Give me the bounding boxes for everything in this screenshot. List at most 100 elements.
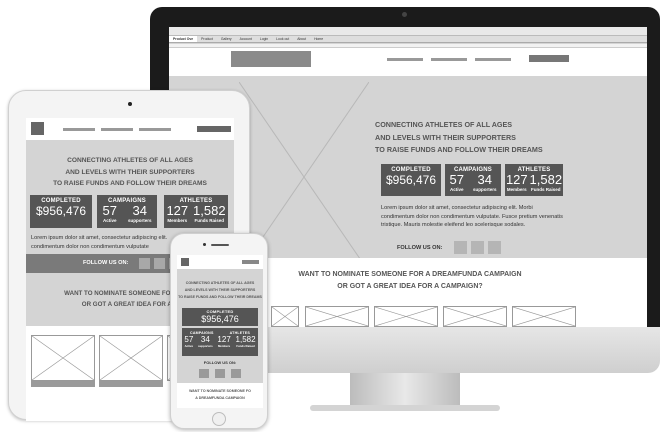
tab-item[interactable]: Account <box>236 36 256 42</box>
campaign-card-placeholder[interactable] <box>99 335 163 381</box>
stat-sublabel: supporters <box>127 218 152 223</box>
stat-sublabel: Members <box>167 218 188 223</box>
stat-sublabel: Active <box>449 187 464 192</box>
campaign-card-placeholder[interactable] <box>374 306 438 327</box>
headline-line: TO RAISE FUNDS AND FOLLOW THEIR DREAMS <box>375 145 543 154</box>
headline-line: CONNECTING ATHLETES OF ALL AGES <box>67 157 193 164</box>
stat-value: $956,476 <box>201 314 239 324</box>
athletes-stat: ATHLETES 127 Members 1,582 Funds Raised <box>164 195 228 228</box>
card-footer-bar <box>99 381 163 387</box>
tablet-camera <box>128 102 132 106</box>
tab-item[interactable]: Product <box>197 36 217 42</box>
stat-value: $956,476 <box>35 204 87 218</box>
desktop-headline: CONNECTING ATHLETES OF ALL AGES AND LEVE… <box>375 119 575 157</box>
tablet-headline: CONNECTING ATHLETES OF ALL AGES AND LEVE… <box>26 155 234 190</box>
stat-sublabel: Active <box>184 344 194 348</box>
completed-stat: COMPLETED $956,476 <box>182 308 258 326</box>
stat-value: $956,476 <box>385 173 437 187</box>
monitor-stand-base <box>310 405 500 411</box>
completed-stat: COMPLETED $956,476 <box>381 164 441 196</box>
stat-value: 1,582 <box>529 172 563 187</box>
social-icon[interactable] <box>154 258 165 269</box>
stat-sublabel: Funds Raised <box>194 218 225 223</box>
phone-logo <box>181 258 189 266</box>
social-icon[interactable] <box>231 369 241 378</box>
campaigns-stat: CAMPAIGNS 57 Active 34 supporters <box>97 195 157 228</box>
desktop-nominate-text: WANT TO NOMINATE SOMEONE FOR A DREAMFUND… <box>265 269 555 293</box>
campaign-card-placeholder[interactable] <box>31 335 95 381</box>
nav-link-placeholder[interactable] <box>63 128 95 131</box>
monitor-stand <box>350 373 460 409</box>
stat-value: 1,582 <box>235 335 256 344</box>
campaign-card-placeholder[interactable] <box>271 306 299 327</box>
headline-line: CONNECTING ATHLETES OF ALL AGES <box>185 281 255 285</box>
stat-sublabel: supporters <box>472 187 497 192</box>
phone-screen: CONNECTING ATHLETES OF ALL AGES AND LEVE… <box>177 255 263 408</box>
nominate-line: WANT TO NOMINATE SOMEONE FOR A DREAMFUND… <box>298 271 522 278</box>
social-icon[interactable] <box>139 258 150 269</box>
tab-product-overview[interactable]: Product Ove <box>169 36 198 42</box>
stat-value: 57 <box>449 172 464 187</box>
follow-label: FOLLOW US ON: <box>83 260 129 266</box>
stat-value: 127 <box>505 172 528 187</box>
stat-sublabel: Members <box>217 344 231 348</box>
social-icon[interactable] <box>215 369 225 378</box>
phone-menu-button[interactable] <box>242 260 259 264</box>
phone-speaker <box>211 244 229 246</box>
campaigns-athletes-stat: CAMPAIGNS ATHLETES 57 Active 34 supporters… <box>182 328 258 356</box>
campaign-card-placeholder[interactable] <box>512 306 576 327</box>
headline-line: AND LEVELS WITH THEIR SUPPORTERS <box>375 132 516 142</box>
campaign-card-placeholder[interactable] <box>305 306 369 327</box>
stat-sublabel: Active <box>102 218 117 223</box>
completed-stat: COMPLETED $956,476 <box>30 195 92 228</box>
stat-value: 127 <box>166 203 189 218</box>
campaigns-stat: CAMPAIGNS 57 Active 34 supporters <box>445 164 501 196</box>
social-icon[interactable] <box>471 241 484 254</box>
card-footer-bar <box>31 381 95 387</box>
headline-line: AND LEVELS WITH THEIR SUPPORTERS <box>65 168 195 176</box>
athletes-stat: ATHLETES 127 Members 1,582 Funds Raised <box>505 164 563 196</box>
tab-item[interactable]: Gallery <box>217 36 236 42</box>
stat-value: 57 <box>184 335 194 344</box>
stat-value: 34 <box>477 172 492 187</box>
campaign-card-placeholder[interactable] <box>443 306 507 327</box>
tab-item[interactable]: About <box>293 36 310 42</box>
camera-dot <box>402 12 407 17</box>
editor-toolbar <box>169 27 647 36</box>
social-icon[interactable] <box>199 369 209 378</box>
stat-value: 34 <box>200 335 210 344</box>
stat-value: 1,582 <box>193 203 226 218</box>
stat-value: 127 <box>217 335 231 344</box>
phone-home-button[interactable] <box>212 412 226 426</box>
nav-link-placeholder[interactable] <box>139 128 171 131</box>
editor-tabbar: Product Ove Product Gallery Account Logi… <box>169 36 647 43</box>
nav-link-placeholder[interactable] <box>431 58 467 61</box>
nav-link-placeholder[interactable] <box>475 58 511 61</box>
phone-device: CONNECTING ATHLETES OF ALL AGES AND LEVE… <box>170 233 268 429</box>
stat-value: 57 <box>102 203 117 218</box>
phone-camera <box>203 243 206 246</box>
stat-sublabel: Funds Raised <box>531 187 561 192</box>
headline-line: AND LEVELS WITH THEIR SUPPORTERS <box>184 288 256 292</box>
tab-item[interactable]: Look out <box>272 36 293 42</box>
nav-button-placeholder[interactable] <box>529 55 569 62</box>
tablet-logo <box>31 122 44 135</box>
follow-label: FOLLOW US ON: <box>203 360 237 365</box>
headline-line: TO RAISE FUNDS AND FOLLOW THEIR DREAMS <box>178 295 262 299</box>
stat-sublabel: Funds Raised <box>236 344 255 348</box>
tab-item[interactable]: Login <box>256 36 272 42</box>
nominate-line: A DREAMFUNDA CAMPAIGN <box>195 396 245 400</box>
headline-line: TO RAISE FUNDS AND FOLLOW THEIR DREAMS <box>53 180 207 187</box>
phone-headline: CONNECTING ATHLETES OF ALL AGES AND LEVE… <box>177 280 263 301</box>
stat-value: 34 <box>132 203 147 218</box>
social-icon[interactable] <box>454 241 467 254</box>
wireframe-logo <box>231 51 311 67</box>
nav-button-placeholder[interactable] <box>197 126 231 132</box>
nav-link-placeholder[interactable] <box>101 128 133 131</box>
tab-item[interactable]: Home <box>310 36 327 42</box>
social-icon[interactable] <box>488 241 501 254</box>
nominate-line: OR GOT A GREAT IDEA FOR A CAMPAIGN? <box>337 283 483 290</box>
nav-link-placeholder[interactable] <box>387 58 423 61</box>
nominate-line: WANT TO NOMINATE SOMEONE FO <box>189 389 251 393</box>
desktop-body-text: Lorem ipsum dolor sit amet, consectetur … <box>381 205 563 229</box>
